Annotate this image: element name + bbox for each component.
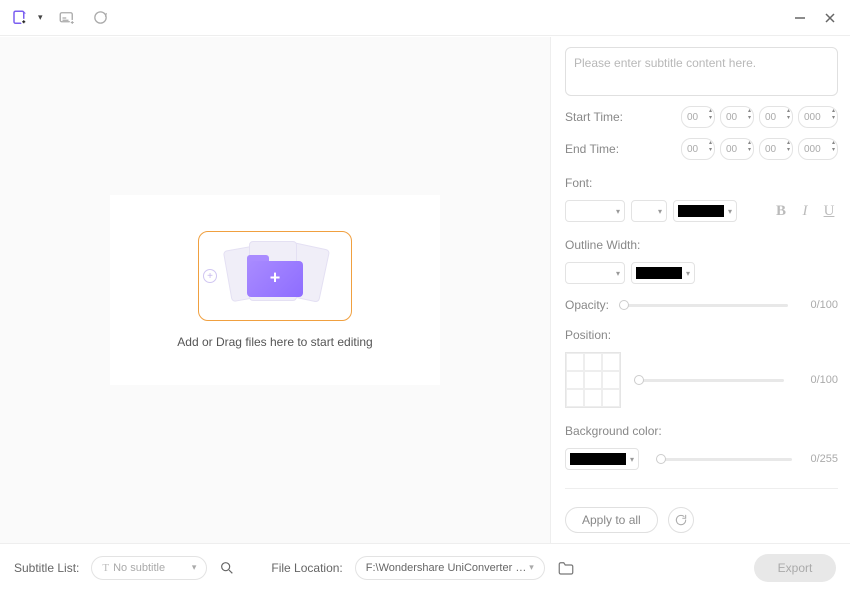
text-icon: T: [102, 562, 109, 574]
pos-bc[interactable]: [584, 389, 602, 407]
chevron-down-icon: ▾: [529, 562, 534, 573]
search-button[interactable]: [219, 560, 235, 576]
search-icon: [219, 560, 235, 576]
chevron-up-icon: ▴: [709, 108, 712, 115]
bgcolor-label: Background color:: [565, 424, 838, 438]
folder-icon: [557, 560, 575, 576]
bgcolor-swatch: [570, 453, 626, 465]
outline-label: Outline Width:: [565, 238, 838, 252]
pos-mc[interactable]: [584, 371, 602, 389]
divider: [565, 488, 838, 489]
add-file-dropdown-icon[interactable]: ▾: [38, 12, 43, 23]
opacity-label: Opacity:: [565, 298, 609, 312]
reset-icon: [674, 513, 688, 527]
position-grid[interactable]: [565, 352, 621, 408]
subtitle-panel: Start Time: 00▴▾ 00▴▾ 00▴▾ 000▴▾ End Tim…: [550, 37, 850, 543]
pos-tr[interactable]: [602, 353, 620, 371]
position-label: Position:: [565, 328, 838, 342]
minimize-icon[interactable]: [790, 8, 810, 28]
opacity-slider[interactable]: [619, 304, 788, 307]
opacity-value: 0/100: [798, 299, 838, 311]
chevron-down-icon: ▾: [192, 562, 197, 573]
end-ms-input[interactable]: 000▴▾: [798, 138, 838, 160]
chevron-down-icon: ▾: [709, 115, 712, 122]
plus-badge-icon: +: [203, 269, 217, 283]
end-ss-input[interactable]: 00▴▾: [759, 138, 793, 160]
pos-br[interactable]: [602, 389, 620, 407]
start-ms-input[interactable]: 000▴▾: [798, 106, 838, 128]
end-time-label: End Time:: [565, 142, 627, 156]
start-hh-input[interactable]: 00▴▾: [681, 106, 715, 128]
subtitle-list-select[interactable]: T No subtitle ▾: [91, 556, 207, 580]
pos-bl[interactable]: [566, 389, 584, 407]
bgcolor-select[interactable]: ▾: [565, 448, 639, 470]
browse-folder-button[interactable]: [557, 560, 575, 576]
start-ss-input[interactable]: 00▴▾: [759, 106, 793, 128]
subtitle-list-label: Subtitle List:: [14, 561, 79, 575]
pos-tc[interactable]: [584, 353, 602, 371]
file-location-select[interactable]: F:\Wondershare UniConverter 13\SubEdi ▾: [355, 556, 545, 580]
start-time-label: Start Time:: [565, 110, 627, 124]
font-label: Font:: [565, 176, 838, 190]
italic-button[interactable]: I: [796, 201, 814, 221]
end-mm-input[interactable]: 00▴▾: [720, 138, 754, 160]
export-button[interactable]: Export: [754, 554, 836, 582]
folder-icon: +: [247, 255, 303, 297]
font-size-select[interactable]: ▾: [631, 200, 667, 222]
font-color-select[interactable]: ▾: [673, 200, 737, 222]
outline-color-select[interactable]: ▾: [631, 262, 695, 284]
reset-button[interactable]: [668, 507, 694, 533]
apply-to-all-button[interactable]: Apply to all: [565, 507, 658, 533]
underline-button[interactable]: U: [820, 201, 838, 221]
file-location-label: File Location:: [271, 561, 342, 575]
position-slider[interactable]: [635, 379, 784, 382]
bold-button[interactable]: B: [772, 201, 790, 221]
dropzone-text: Add or Drag files here to start editing: [177, 335, 372, 349]
titlebar: ▾: [0, 0, 850, 36]
pos-tl[interactable]: [566, 353, 584, 371]
font-family-select[interactable]: ▾: [565, 200, 625, 222]
add-files-dropzone[interactable]: + +: [198, 231, 352, 321]
end-hh-input[interactable]: 00▴▾: [681, 138, 715, 160]
bgcolor-value: 0/255: [798, 453, 838, 465]
dropzone-card: + + Add or Drag files here to start edit…: [110, 195, 440, 385]
outline-color-swatch: [636, 267, 682, 279]
position-value: 0/100: [798, 374, 838, 386]
refresh-icon[interactable]: [91, 8, 111, 28]
close-icon[interactable]: [820, 8, 840, 28]
outline-width-select[interactable]: ▾: [565, 262, 625, 284]
start-mm-input[interactable]: 00▴▾: [720, 106, 754, 128]
preview-area: + + Add or Drag files here to start edit…: [0, 37, 550, 543]
font-color-swatch: [678, 205, 724, 217]
pos-mr[interactable]: [602, 371, 620, 389]
bgcolor-slider[interactable]: [657, 458, 792, 461]
pos-ml[interactable]: [566, 371, 584, 389]
subtitle-content-input[interactable]: [565, 47, 838, 96]
add-file-icon[interactable]: [10, 8, 30, 28]
add-subtitle-icon[interactable]: [57, 8, 77, 28]
footer: Subtitle List: T No subtitle ▾ File Loca…: [0, 543, 850, 591]
